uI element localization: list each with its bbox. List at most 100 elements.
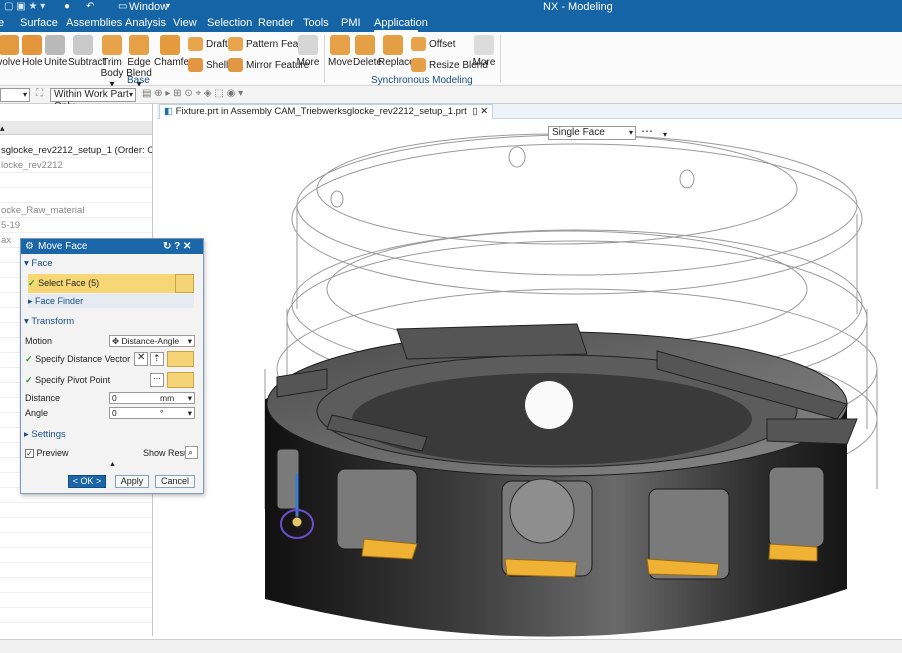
undo-icon[interactable]: ↶	[86, 1, 94, 12]
part-icon: ◧	[164, 106, 173, 117]
graphics-window[interactable]: Single Face ▾ ⋯ ▾	[157, 119, 902, 639]
quick-access-icons[interactable]: ▢ ▣ ★ ▾	[4, 1, 45, 12]
preview-checkbox[interactable]: ✓	[25, 449, 34, 458]
navigator-row[interactable]	[0, 189, 152, 203]
settings-section-label: Settings	[31, 429, 66, 440]
apply-button[interactable]: Apply	[115, 475, 149, 488]
menu-render[interactable]: Render	[258, 17, 294, 29]
navigator-row[interactable]	[0, 519, 152, 533]
ribbon-separator-2	[500, 35, 501, 83]
close-tab-icon[interactable]: ✕	[480, 106, 488, 117]
navigator-row[interactable]	[0, 504, 152, 518]
navigator-row[interactable]	[0, 594, 152, 608]
revolve-button[interactable]: volve	[0, 35, 22, 68]
face-finder-row[interactable]: ▸ Face Finder	[28, 294, 194, 308]
navigator-row[interactable]	[0, 609, 152, 623]
menu-analysis[interactable]: Analysis	[125, 17, 166, 29]
menu-selection[interactable]: Selection	[207, 17, 252, 29]
model-render[interactable]	[157, 119, 902, 639]
hole-icon	[22, 35, 42, 55]
trim-body-button[interactable]: Trim Body ▾	[100, 35, 124, 90]
document-tab[interactable]: ◧ Fixture.prt in Assembly CAM_Triebwerks…	[159, 104, 494, 119]
unite-button[interactable]: Unite	[44, 35, 67, 68]
ribbon-separator	[324, 35, 325, 83]
replace-button[interactable]: Replace	[378, 35, 415, 68]
menu-tools[interactable]: Tools	[303, 17, 329, 29]
dialog-title-icons[interactable]: ↻ ? ✕	[163, 239, 191, 254]
tab-pin-icon[interactable]: ▯	[472, 106, 477, 117]
menu-surface[interactable]: Surface	[20, 17, 58, 29]
filter-icon[interactable]: ⛶	[36, 88, 43, 99]
navigator-row[interactable]	[0, 534, 152, 548]
chamfer-button[interactable]: Chamfer	[154, 35, 192, 68]
reverse-direction-icon[interactable]: ✕	[134, 352, 148, 366]
more-sync-button[interactable]: More	[472, 35, 496, 68]
hole-label: Hole	[22, 57, 43, 68]
window-icon: ▭	[118, 1, 128, 12]
navigator-row[interactable]: sglocke_rev2212_setup_1 (Order: Chronolo…	[0, 144, 152, 158]
gear-icon[interactable]: ⚙	[25, 239, 34, 254]
menu-file-partial[interactable]: e	[0, 17, 6, 29]
navigator-row[interactable]	[0, 579, 152, 593]
navigator-row[interactable]	[0, 549, 152, 563]
navigator-row[interactable]	[0, 564, 152, 578]
menu-assemblies[interactable]: Assemblies	[66, 17, 122, 29]
refresh-icon	[474, 35, 494, 55]
select-face-row[interactable]: ✓ Select Face (5)	[28, 274, 184, 293]
navigator-row[interactable]: locke_rev2212	[0, 159, 152, 173]
chevron-down-icon[interactable]: ▾	[663, 130, 667, 139]
delete-button[interactable]: Delete	[353, 35, 382, 68]
motion-value: Distance-Angle	[121, 336, 180, 346]
ribbon: volve Hole Unite Subtract Trim Body ▾ Ed…	[0, 32, 902, 90]
distance-input[interactable]: 0 mm ▾	[109, 392, 195, 404]
chevron-right-icon: ▸	[24, 429, 29, 440]
motion-select[interactable]: ✥ Distance-Angle ▾	[109, 335, 195, 347]
navigator-row[interactable]: ocke_Raw_material	[0, 204, 152, 218]
angle-label: Angle	[25, 408, 49, 418]
navigator-row[interactable]	[0, 174, 152, 188]
shell-icon	[188, 58, 203, 72]
collapse-arrow-icon[interactable]: ▲	[109, 461, 116, 468]
settings-section-header[interactable]: ▸ Settings	[24, 429, 200, 442]
face-section-header[interactable]: ▾ Face	[24, 258, 200, 271]
point-selector-icon[interactable]	[167, 372, 194, 388]
angle-input[interactable]: 0 ° ▾	[109, 407, 195, 419]
type-filter-combo[interactable]: ▾	[0, 88, 30, 102]
more-base-button[interactable]: More	[296, 35, 320, 68]
transform-section-header[interactable]: ▾ Transform	[24, 316, 200, 329]
draft-label: Draft	[206, 38, 228, 50]
window-menu[interactable]: Window	[129, 1, 168, 13]
replace-icon	[383, 35, 403, 55]
chevron-down-icon[interactable]: ▾	[166, 1, 170, 10]
move-button[interactable]: Move	[328, 35, 352, 68]
subtract-button[interactable]: Subtract	[68, 35, 105, 68]
hole-button[interactable]: Hole	[22, 35, 43, 68]
shell-button[interactable]: Shell	[188, 58, 228, 72]
show-result-button[interactable]: ⌕	[185, 446, 198, 459]
vector-selector-icon[interactable]	[167, 351, 194, 367]
face-selection-icon[interactable]	[175, 274, 194, 293]
menu-pmi[interactable]: PMI	[341, 17, 361, 29]
offset-button[interactable]: Offset	[411, 37, 456, 51]
cancel-button[interactable]: Cancel	[155, 475, 195, 488]
menu-view[interactable]: View	[173, 17, 197, 29]
ok-button[interactable]: < OK >	[68, 475, 106, 488]
menu-application[interactable]: Application	[374, 17, 428, 29]
draft-button[interactable]: Draft	[188, 37, 228, 51]
pivot-point-label: Specify Pivot Point	[35, 375, 111, 385]
trim-body-icon	[102, 35, 122, 55]
check-icon: ✓	[25, 375, 33, 385]
microphone-icon[interactable]: ●	[64, 1, 70, 12]
point-dialog-icon[interactable]: ⋯	[150, 373, 164, 387]
scope-combo[interactable]: Within Work Part Only▾	[50, 88, 136, 112]
vector-dialog-icon[interactable]: ⇡	[150, 352, 164, 366]
dialog-title: Move Face	[38, 241, 88, 252]
chevron-right-icon: ▸	[28, 296, 33, 306]
move-face-dialog: ⚙ Move Face ↻ ? ✕ ▾ Face ✓ Select Face (…	[20, 238, 204, 494]
distance-unit: mm	[160, 393, 175, 403]
selection-tools-icons[interactable]: ▤ ⊕ ▸ ⊞ ⊙ ⌖ ◈ ⬚ ◉ ▾	[142, 88, 243, 99]
more-options-icon[interactable]: ⋯	[641, 124, 653, 138]
app-title: NX - Modeling	[543, 1, 613, 13]
select-filter-combo[interactable]: Single Face ▾	[548, 126, 636, 140]
navigator-row[interactable]: 5-19	[0, 219, 152, 233]
